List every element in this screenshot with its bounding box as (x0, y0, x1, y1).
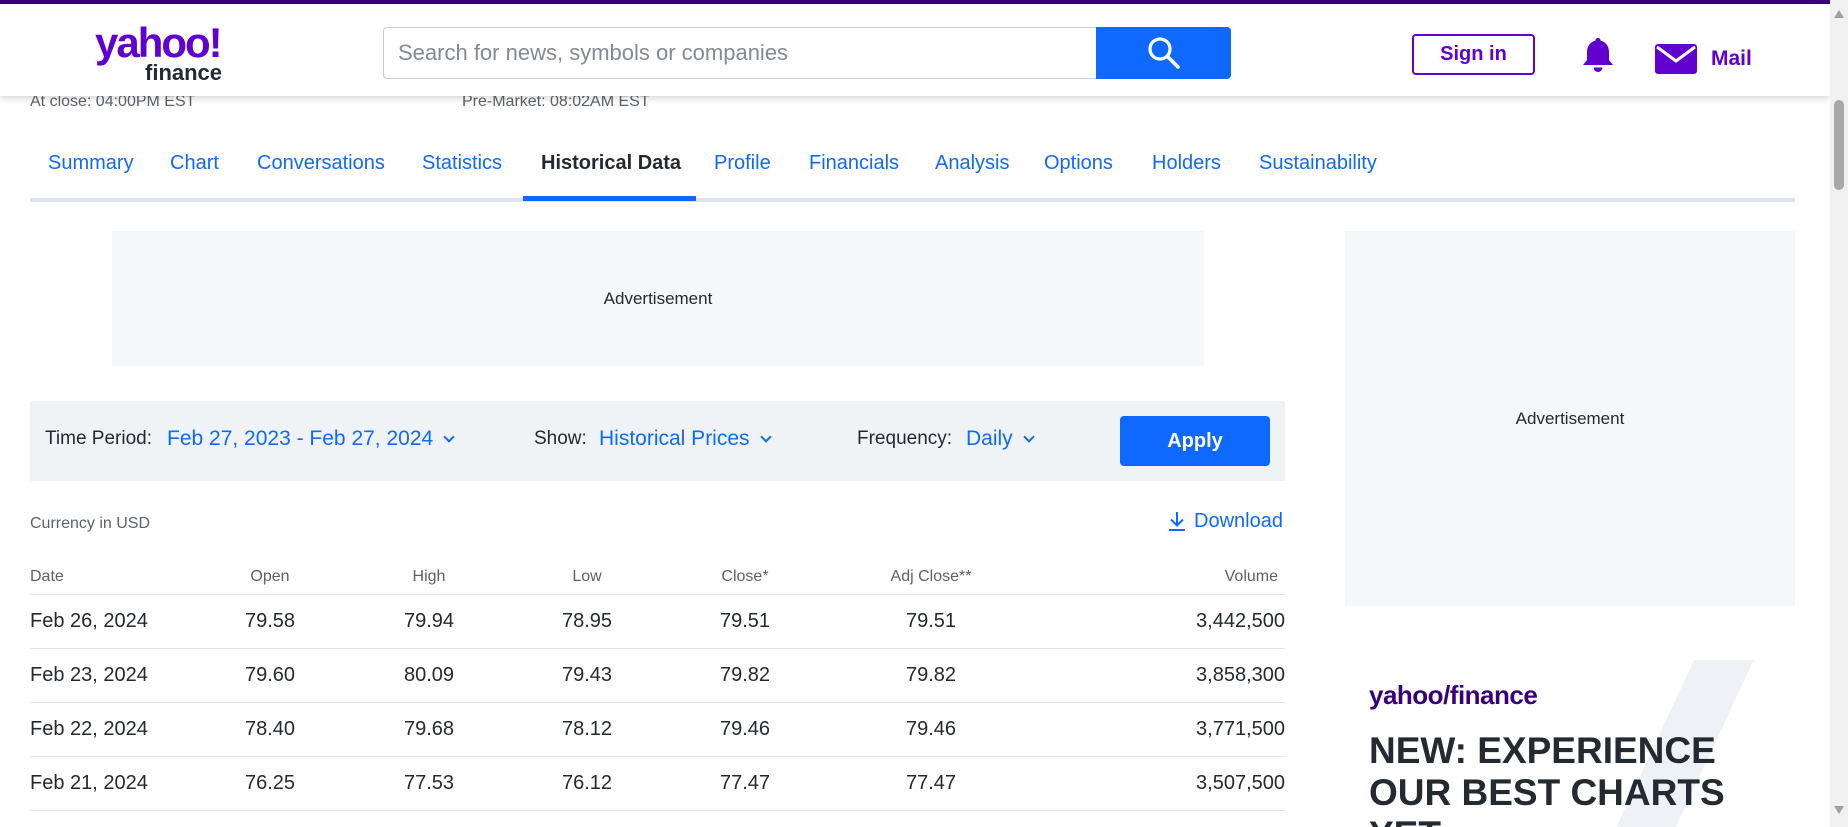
frequency-value: Daily (966, 427, 1013, 450)
column-header-high[interactable]: High (350, 560, 508, 595)
time-period-value: Feb 27, 2023 - Feb 27, 2024 (167, 427, 434, 450)
mail-icon (1655, 44, 1697, 74)
cell-date: Feb 23, 2024 (30, 648, 190, 703)
promo-card[interactable]: yahoo/finance NEW: EXPERIENCE OUR BEST C… (1345, 660, 1795, 827)
search-input[interactable] (383, 27, 1097, 79)
cell-high: 79.68 (350, 702, 508, 757)
cell-adj-close: 79.51 (824, 594, 1038, 649)
scrollbar-thumb[interactable] (1834, 100, 1844, 190)
time-period-label: Time Period: (45, 428, 152, 449)
cell-open: 76.25 (190, 756, 350, 811)
mail-label: Mail (1711, 47, 1752, 70)
table-row: Feb 26, 2024 79.58 79.94 78.95 79.51 79.… (30, 594, 1285, 649)
cell-low: 79.43 (508, 648, 666, 703)
cell-date: Feb 21, 2024 (30, 756, 190, 811)
table-row: Feb 23, 2024 79.60 80.09 79.43 79.82 79.… (30, 648, 1285, 703)
logo-yahoo-text: yahoo! (95, 19, 223, 66)
cell-close: 79.51 (666, 594, 824, 649)
tab-sustainability[interactable]: Sustainability (1259, 152, 1377, 175)
chevron-down-icon (1023, 431, 1035, 443)
cell-date: Feb 22, 2024 (30, 702, 190, 757)
frequency-dropdown[interactable]: Daily (966, 427, 1035, 451)
mail-link[interactable]: Mail (1655, 44, 1752, 74)
notifications-bell-icon[interactable] (1578, 35, 1618, 80)
cell-close: 77.47 (666, 756, 824, 811)
tab-summary[interactable]: Summary (48, 152, 134, 175)
download-icon (1169, 512, 1185, 531)
tab-statistics[interactable]: Statistics (422, 152, 502, 175)
cell-date: Feb 26, 2024 (30, 594, 190, 649)
historical-prices-table: Date Open High Low Close* Adj Close** Vo… (30, 560, 1285, 811)
frequency-label: Frequency: (857, 428, 953, 449)
cell-low: 76.12 (508, 756, 666, 811)
column-header-volume[interactable]: Volume (1038, 560, 1285, 595)
logo-finance-text: finance (145, 60, 223, 85)
search-button[interactable] (1096, 27, 1231, 79)
page-scrollbar[interactable] (1830, 0, 1848, 827)
chevron-down-icon (759, 431, 772, 443)
tab-analysis[interactable]: Analysis (935, 152, 1009, 175)
tab-options[interactable]: Options (1044, 152, 1113, 175)
cell-adj-close: 79.46 (824, 702, 1038, 757)
cell-open: 79.60 (190, 648, 350, 703)
show-dropdown[interactable]: Historical Prices (599, 427, 772, 451)
cell-low: 78.95 (508, 594, 666, 649)
historical-filters-bar: Time Period: Feb 27, 2023 - Feb 27, 2024… (30, 401, 1285, 481)
cell-adj-close: 77.47 (824, 756, 1038, 811)
quote-nav-tabs: Summary Chart Conversations Statistics H… (30, 140, 1795, 202)
column-header-open[interactable]: Open (190, 560, 350, 595)
tab-financials[interactable]: Financials (809, 152, 899, 175)
table-header-row: Date Open High Low Close* Adj Close** Vo… (30, 560, 1285, 595)
active-tab-indicator (523, 196, 696, 201)
tab-conversations[interactable]: Conversations (257, 152, 385, 175)
column-header-close[interactable]: Close* (666, 560, 824, 595)
download-link[interactable]: Download (1168, 507, 1283, 533)
cell-adj-close: 79.82 (824, 648, 1038, 703)
advertisement-label: Advertisement (603, 288, 713, 308)
promo-logo: yahoo/finance (1369, 680, 1538, 710)
site-header: yahoo! finance Sign in Mail (0, 4, 1830, 96)
download-label: Download (1194, 510, 1283, 532)
column-header-adj-close[interactable]: Adj Close** (824, 560, 1038, 595)
table-row: Feb 21, 2024 76.25 77.53 76.12 77.47 77.… (30, 756, 1285, 811)
chevron-down-icon (443, 431, 455, 443)
show-label: Show: (534, 428, 587, 449)
scroll-up-arrow-icon[interactable] (1834, 10, 1844, 18)
cell-volume: 3,507,500 (1038, 756, 1285, 811)
cell-high: 79.94 (350, 594, 508, 649)
yahoo-finance-logo[interactable]: yahoo! finance (95, 19, 223, 86)
cell-close: 79.82 (666, 648, 824, 703)
cell-high: 80.09 (350, 648, 508, 703)
cell-volume: 3,442,500 (1038, 594, 1285, 649)
cell-low: 78.12 (508, 702, 666, 757)
tab-historical-data[interactable]: Historical Data (541, 152, 681, 175)
advertisement-sidebar[interactable]: Advertisement (1345, 231, 1795, 606)
column-header-date[interactable]: Date (30, 560, 190, 595)
search-icon (1147, 37, 1180, 69)
cell-open: 78.40 (190, 702, 350, 757)
cell-volume: 3,858,300 (1038, 648, 1285, 703)
tab-chart[interactable]: Chart (170, 152, 219, 175)
tab-profile[interactable]: Profile (714, 152, 771, 175)
currency-note: Currency in USD (30, 515, 151, 532)
advertisement-banner[interactable]: Advertisement (112, 231, 1204, 366)
sign-in-button[interactable]: Sign in (1412, 34, 1535, 75)
show-value: Historical Prices (599, 427, 750, 450)
time-period-dropdown[interactable]: Feb 27, 2023 - Feb 27, 2024 (167, 427, 455, 451)
cell-high: 77.53 (350, 756, 508, 811)
advertisement-label: Advertisement (1515, 408, 1625, 428)
apply-button[interactable]: Apply (1120, 416, 1270, 466)
column-header-low[interactable]: Low (508, 560, 666, 595)
promo-headline: NEW: EXPERIENCE OUR BEST CHARTS YET. (1369, 730, 1725, 827)
cell-volume: 3,771,500 (1038, 702, 1285, 757)
scroll-down-arrow-icon[interactable] (1834, 806, 1844, 814)
tab-holders[interactable]: Holders (1152, 152, 1221, 175)
table-row: Feb 22, 2024 78.40 79.68 78.12 79.46 79.… (30, 702, 1285, 757)
cell-close: 79.46 (666, 702, 824, 757)
cell-open: 79.58 (190, 594, 350, 649)
